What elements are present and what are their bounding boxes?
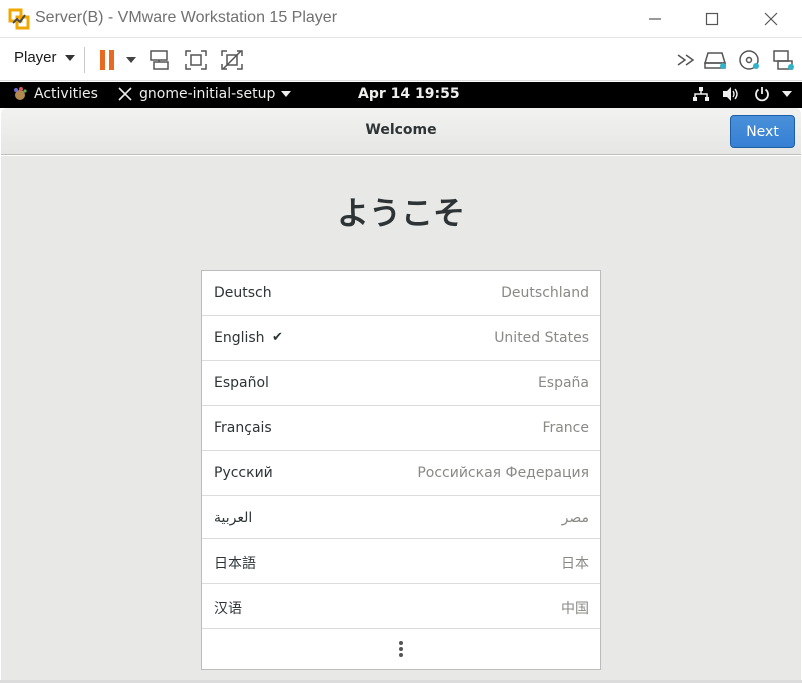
more-devices-button[interactable] [674, 48, 700, 72]
language-name: Français [214, 420, 272, 436]
language-name: العربية [214, 510, 253, 526]
volume-icon [723, 87, 738, 101]
welcome-heading: ようこそ [336, 194, 465, 232]
chevron-down-icon [782, 91, 792, 97]
language-name: 日本語 [214, 556, 256, 572]
welcome-page: ようこそ Deutsch Deutschland English ✔ Unite… [1, 156, 801, 680]
close-icon [764, 12, 778, 26]
vmware-icon [8, 8, 30, 30]
language-region: 日本 [561, 556, 589, 572]
language-name: Español [214, 375, 269, 391]
power-icon [755, 87, 769, 102]
language-row-francais[interactable]: Français France [202, 406, 600, 451]
dropdown-arrow-icon [126, 57, 136, 63]
tools-icon [118, 87, 132, 101]
pause-button[interactable] [94, 48, 120, 72]
app-menu-button[interactable]: gnome-initial-setup [117, 86, 292, 102]
window-title: Server(B) - VMware Workstation 15 Player [35, 9, 338, 26]
system-status-menu[interactable] [692, 86, 792, 102]
language-name: English [214, 330, 265, 346]
language-region: Deutschland [501, 285, 589, 301]
send-ctrl-alt-del-button[interactable] [147, 48, 173, 72]
player-menu-button[interactable]: Player [14, 49, 75, 66]
language-region: مصر [561, 510, 589, 526]
fast-forward-icon [677, 54, 695, 66]
language-region: United States [494, 330, 589, 346]
cd-dvd-button[interactable] [737, 48, 763, 72]
cd-dvd-icon [739, 50, 759, 70]
next-button[interactable]: Next [730, 115, 795, 148]
unity-icon [221, 50, 243, 70]
view-more-icon [399, 641, 403, 657]
more-languages-button[interactable] [202, 629, 600, 669]
clock[interactable]: Apr 14 19:55 [358, 86, 460, 102]
language-row-english[interactable]: English ✔ United States [202, 316, 600, 361]
minimize-icon [649, 18, 661, 20]
toolbar-divider [84, 47, 85, 73]
language-region: Российская Федерация [417, 465, 589, 481]
network-adapter-button[interactable] [770, 48, 796, 72]
close-button[interactable] [756, 6, 786, 32]
language-row-chinese[interactable]: 汉语 中国 [202, 584, 600, 629]
page-title: Welcome [365, 122, 437, 138]
network-adapter-icon [773, 50, 794, 70]
hard-disk-icon [704, 52, 727, 69]
language-list: Deutsch Deutschland English ✔ United Sta… [201, 270, 601, 670]
language-row-japanese[interactable]: 日本語 日本 [202, 539, 600, 584]
unity-button[interactable] [219, 48, 245, 72]
language-row-russian[interactable]: Русский Российская Федерация [202, 451, 600, 496]
hard-disk-button[interactable] [703, 48, 729, 72]
player-menu-label: Player [14, 49, 57, 66]
language-row-deutsch[interactable]: Deutsch Deutschland [202, 271, 600, 316]
fit-guest-button[interactable] [183, 48, 209, 72]
chevron-down-icon [281, 91, 292, 97]
minimize-button[interactable] [640, 6, 670, 32]
activities-label: Activities [34, 86, 98, 102]
language-region: 中国 [561, 601, 589, 617]
maximize-icon [705, 12, 719, 26]
gnome-top-bar: Activities gnome-initial-setup Apr 14 19… [0, 82, 802, 108]
language-name: Русский [214, 465, 273, 481]
gnome-foot-icon [14, 87, 27, 100]
language-row-espanol[interactable]: Español España [202, 361, 600, 406]
app-menu-label: gnome-initial-setup [139, 86, 276, 102]
send-ctrl-alt-del-icon [150, 50, 169, 70]
setup-header-bar: Welcome Next [1, 108, 801, 155]
activities-button[interactable]: Activities [12, 86, 98, 102]
language-row-arabic[interactable]: العربية مصر [202, 496, 600, 539]
pause-dropdown-button[interactable] [118, 48, 144, 72]
language-name: 汉语 [214, 601, 242, 617]
network-icon [693, 87, 709, 101]
window-titlebar: Server(B) - VMware Workstation 15 Player [0, 0, 802, 38]
maximize-button[interactable] [697, 6, 727, 32]
language-name: Deutsch [214, 285, 272, 301]
player-toolbar: Player [0, 39, 802, 81]
dropdown-arrow-icon [64, 54, 75, 61]
language-region: España [537, 375, 589, 391]
language-region: France [542, 420, 589, 436]
fit-guest-icon [185, 50, 207, 70]
pause-icon [100, 50, 114, 70]
checkmark-icon: ✔ [272, 330, 283, 345]
